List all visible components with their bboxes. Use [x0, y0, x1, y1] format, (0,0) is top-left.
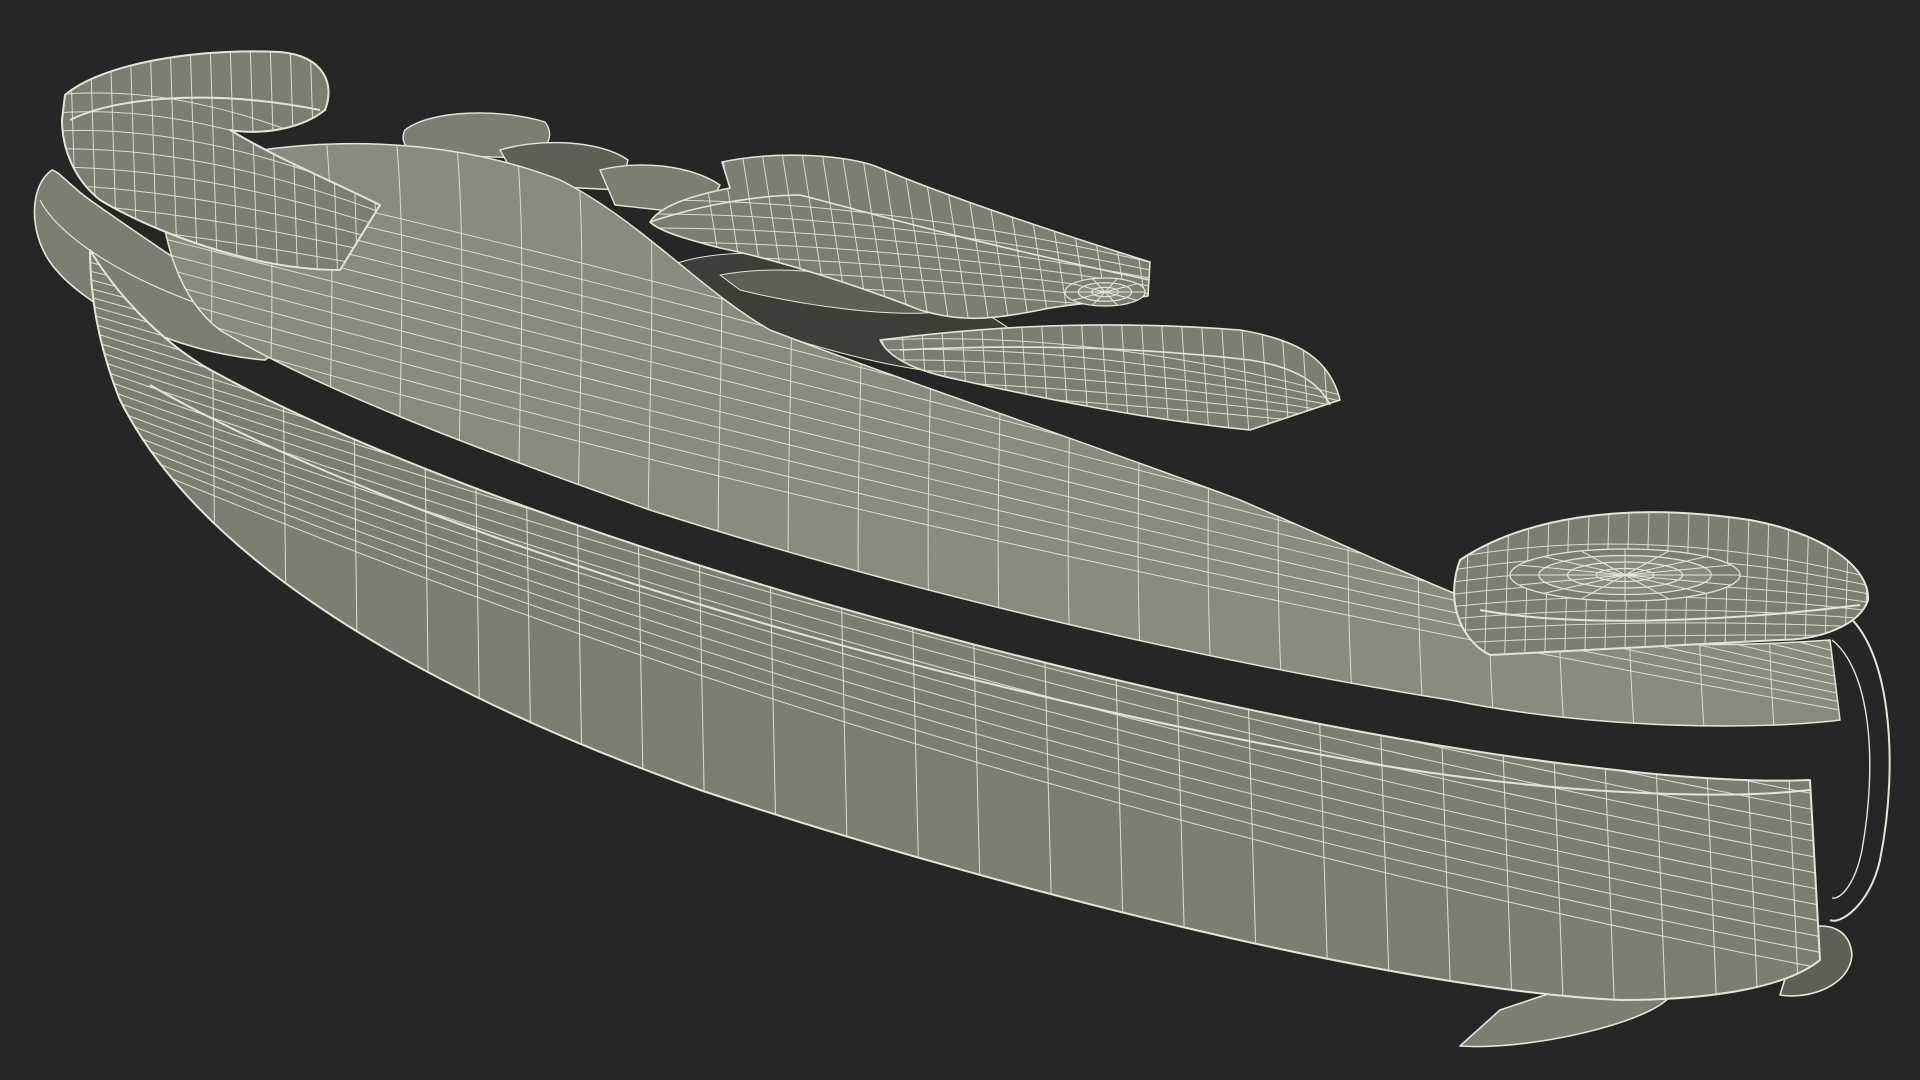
rivet-small [1064, 277, 1146, 307]
wireframe-scene [0, 0, 1920, 1080]
rivet-large [1509, 548, 1741, 602]
render-viewport [0, 0, 1920, 1080]
